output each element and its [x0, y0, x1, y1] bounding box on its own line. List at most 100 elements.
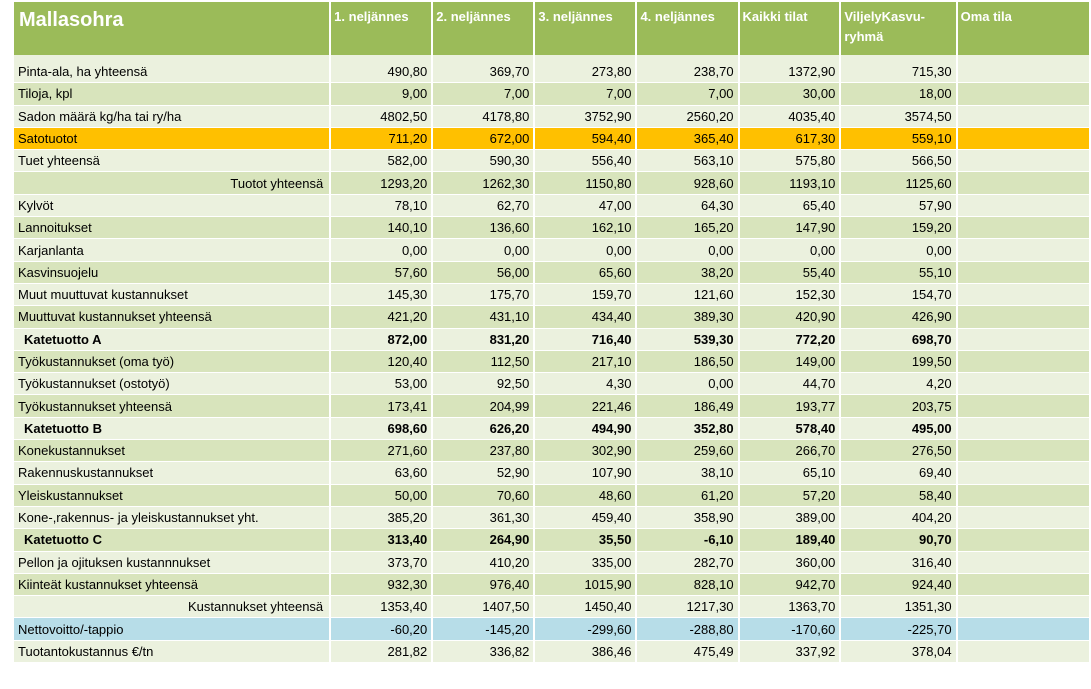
table-cell: -299,60 [535, 618, 636, 641]
table-cell: 426,90 [841, 306, 956, 329]
row-label: Kone-,rakennus- ja yleiskustannukset yht… [14, 506, 330, 530]
table-cell: -60,20 [331, 618, 432, 641]
table-cell: 385,20 [331, 506, 432, 530]
table-cell [957, 440, 1089, 463]
table-cell: 0,00 [739, 239, 840, 262]
table-row: Kiinteät kustannukset yhteensä 932,30 976,… [14, 573, 1089, 597]
table-cell: 3574,50 [841, 105, 956, 128]
table-row: Työkustannukset (oma työ) 120,40 112,50 217… [14, 350, 1089, 374]
table-cell: 38,10 [637, 462, 738, 485]
table-cell: 4035,40 [739, 105, 840, 128]
table-cell: 0,00 [841, 239, 956, 262]
table-row: Pinta-ala, ha yhteensä 490,80 369,70 273,80… [14, 61, 1089, 84]
table-cell: 563,10 [637, 150, 738, 173]
table-cell [957, 150, 1089, 173]
table-cell: 389,00 [739, 506, 840, 530]
table-cell: 65,60 [535, 261, 636, 284]
table-row: Rakennuskustannukset 63,60 52,90 107,90 38,1… [14, 462, 1089, 485]
table-cell: 928,60 [637, 172, 738, 195]
table-cell: 831,20 [433, 328, 534, 351]
table-cell: 276,50 [841, 440, 956, 463]
table-row: Kylvöt 78,10 62,70 47,00 64,30 65,40 57,90 [14, 194, 1089, 218]
table-cell: 61,20 [637, 484, 738, 507]
row-label: Työkustannukset (oma työ) [14, 350, 330, 374]
row-label: Tuotantokustannus €/tn [14, 640, 330, 664]
table-row: Pellon ja ojituksen kustannnukset 373,70 4… [14, 551, 1089, 574]
table-cell: 1217,30 [637, 596, 738, 619]
table-cell: 159,20 [841, 217, 956, 240]
table-cell [957, 529, 1089, 552]
table-cell: 78,10 [331, 194, 432, 218]
table-cell: 495,00 [841, 417, 956, 441]
table-cell: 360,00 [739, 551, 840, 574]
table-cell: 90,70 [841, 529, 956, 552]
row-label: Katetuotto C [14, 529, 330, 552]
table-cell: 711,20 [331, 127, 432, 151]
row-label: Satotuotot [14, 127, 330, 151]
table-row: Katetuotto A 872,00 831,20 716,40 539,30 772,… [14, 328, 1089, 351]
table-cell: 872,00 [331, 328, 432, 351]
table-cell: 221,46 [535, 395, 636, 418]
table-row: Kustannukset yhteensä 1353,40 1407,50 1450,… [14, 596, 1089, 619]
table-cell: 594,40 [535, 127, 636, 151]
row-label: Nettovoitto/-tappio [14, 618, 330, 641]
table-cell: 410,20 [433, 551, 534, 574]
row-label: Pellon ja ojituksen kustannnukset [14, 551, 330, 574]
table-cell: 490,80 [331, 61, 432, 84]
table-cell [957, 596, 1089, 619]
table-cell: 92,50 [433, 373, 534, 396]
table-cell: 1015,90 [535, 573, 636, 597]
table-cell: 30,00 [739, 83, 840, 106]
table-cell: 47,00 [535, 194, 636, 218]
row-label: Sadon määrä kg/ha tai ry/ha [14, 105, 330, 128]
table-cell: -288,80 [637, 618, 738, 641]
table-cell: 420,90 [739, 306, 840, 329]
table-cell: 55,10 [841, 261, 956, 284]
table-cell: 1450,40 [535, 596, 636, 619]
table-cell: 52,90 [433, 462, 534, 485]
column-header: 2. neljännes [433, 2, 534, 61]
table-cell: 140,10 [331, 217, 432, 240]
table-cell: 65,10 [739, 462, 840, 485]
table-cell: 282,70 [637, 551, 738, 574]
row-label: Pinta-ala, ha yhteensä [14, 61, 330, 84]
table-cell: 57,60 [331, 261, 432, 284]
table-cell: 18,00 [841, 83, 956, 106]
column-header: 4. neljännes [637, 2, 738, 61]
table-cell: 358,90 [637, 506, 738, 530]
column-header: ViljelyKasvu-ryhmä [841, 2, 956, 61]
column-header: Oma tila [957, 2, 1089, 61]
table-cell: 70,60 [433, 484, 534, 507]
row-label: Työkustannukset (ostotyö) [14, 373, 330, 396]
row-label: Yleiskustannukset [14, 484, 330, 507]
table-cell [957, 83, 1089, 106]
table-cell: 1293,20 [331, 172, 432, 195]
table-cell [957, 573, 1089, 597]
table-cell: 369,70 [433, 61, 534, 84]
table-cell: 556,40 [535, 150, 636, 173]
table-cell [957, 306, 1089, 329]
table-cell: 431,10 [433, 306, 534, 329]
table-row: Satotuotot 711,20 672,00 594,40 365,40 617,30… [14, 127, 1089, 151]
table-cell: 69,40 [841, 462, 956, 485]
table-cell: 578,40 [739, 417, 840, 441]
table-cell: 4,20 [841, 373, 956, 396]
table-cell: 0,00 [331, 239, 432, 262]
table-cell [957, 417, 1089, 441]
table-cell: 64,30 [637, 194, 738, 218]
table-cell: 154,70 [841, 283, 956, 307]
row-label: Tuotot yhteensä [14, 172, 330, 195]
table-cell: 1363,70 [739, 596, 840, 619]
table-row: Tuotantokustannus €/tn 281,82 336,82 386,46… [14, 640, 1089, 664]
table-cell: 932,30 [331, 573, 432, 597]
table-cell: 582,00 [331, 150, 432, 173]
row-label: Tuet yhteensä [14, 150, 330, 173]
table-cell: 7,00 [637, 83, 738, 106]
table-cell: 186,49 [637, 395, 738, 418]
table-cell: 162,10 [535, 217, 636, 240]
table-row: Sadon määrä kg/ha tai ry/ha 4802,50 4178,8… [14, 105, 1089, 128]
table-cell: 335,00 [535, 551, 636, 574]
table-row: Tuotot yhteensä 1293,20 1262,30 1150,80 928,… [14, 172, 1089, 195]
table-cell [957, 350, 1089, 374]
table-cell: 772,20 [739, 328, 840, 351]
